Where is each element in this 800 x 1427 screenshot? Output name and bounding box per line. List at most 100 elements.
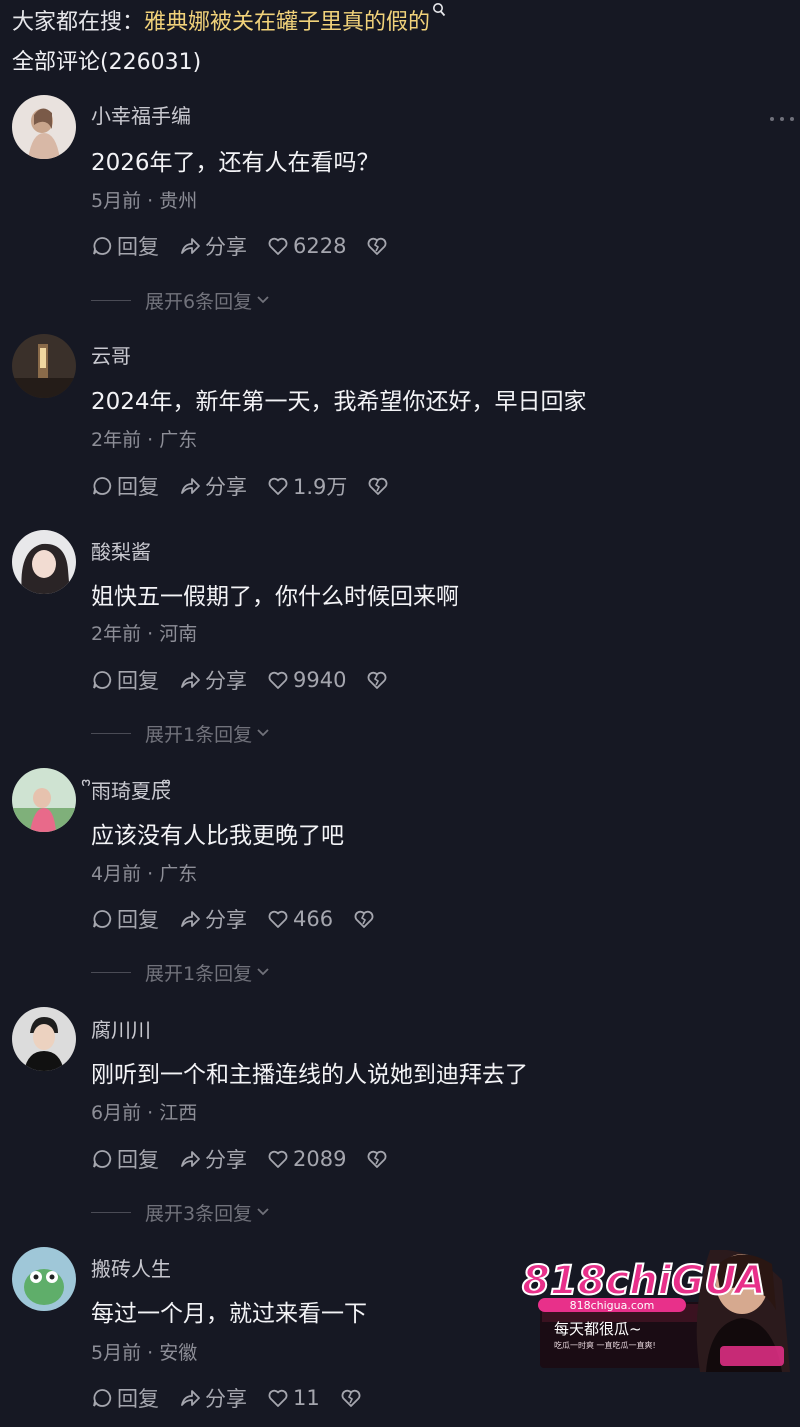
avatar[interactable] <box>12 334 76 398</box>
reply-button[interactable]: 回复 <box>91 1383 159 1413</box>
reply-button[interactable]: 回复 <box>91 904 159 934</box>
share-button[interactable]: 分享 <box>179 1383 247 1413</box>
share-arrow-icon <box>181 478 200 494</box>
dislike-button[interactable] <box>340 1387 362 1409</box>
username[interactable]: 腐川川 <box>91 1014 151 1043</box>
reply-button[interactable]: 回复 <box>91 231 159 261</box>
hot-search-term[interactable]: 雅典娜被关在罐子里真的假的 <box>144 4 430 36</box>
ad-brand: 818chiGUA <box>522 1258 766 1304</box>
comment-actions: 回复 分享 9940 <box>91 666 408 694</box>
like-button[interactable]: 2089 <box>267 1147 346 1171</box>
share-button[interactable]: 分享 <box>179 231 247 261</box>
username[interactable]: 小幸福手编 <box>91 100 191 129</box>
expand-label: 展开1条回复 <box>145 962 253 985</box>
chevron-down-icon <box>257 968 269 976</box>
reply-button[interactable]: 回复 <box>91 1144 159 1174</box>
heart-icon <box>268 910 288 928</box>
ad-slogan: 每天都很瓜~ <box>554 1320 642 1338</box>
ad-url: 818chigua.com <box>570 1299 655 1312</box>
expand-replies[interactable]: 展开6条回复 <box>91 288 272 313</box>
expand-label: 展开3条回复 <box>145 1202 253 1225</box>
username[interactable]: ᩚ雨琦夏辰ᩚ <box>91 775 171 809</box>
expand-replies[interactable]: 展开1条回复 <box>91 721 272 746</box>
comment-meta: 5月前 · 贵州 <box>91 190 198 212</box>
heart-icon <box>268 671 288 689</box>
ad-subtitle: 吃瓜一时爽 一直吃瓜一直爽! <box>554 1340 656 1350</box>
like-button[interactable]: 466 <box>267 907 333 931</box>
comment-text: 每过一个月，就过来看一下 <box>91 1301 367 1327</box>
dislike-button[interactable] <box>353 908 375 930</box>
comment-meta: 5月前 · 安徽 <box>91 1342 198 1364</box>
comment-meta: 2年前 · 广东 <box>91 429 198 451</box>
comment-actions: 回复 分享 11 <box>91 1384 382 1412</box>
broken-heart-icon <box>368 1150 387 1168</box>
expand-label: 展开6条回复 <box>145 290 253 313</box>
like-count: 2089 <box>293 1147 347 1171</box>
share-arrow-icon <box>181 672 200 688</box>
share-label: 分享 <box>205 669 247 693</box>
comment-bubble-icon <box>93 477 112 495</box>
avatar[interactable] <box>12 1007 76 1071</box>
divider <box>91 299 131 301</box>
comment-text: 2026年了，还有人在看吗？ <box>91 150 380 176</box>
chevron-down-icon <box>257 729 269 737</box>
comment-bubble-icon <box>93 1389 112 1407</box>
like-count: 6228 <box>293 234 347 258</box>
avatar[interactable] <box>12 1247 76 1311</box>
broken-heart-icon <box>354 910 374 928</box>
reply-button[interactable]: 回复 <box>91 471 159 501</box>
heart-icon <box>268 1150 288 1168</box>
reply-label: 回复 <box>117 669 159 693</box>
share-button[interactable]: 分享 <box>179 665 247 695</box>
heart-icon <box>268 237 288 255</box>
broken-heart-icon <box>368 477 388 495</box>
comment-text: 刚听到一个和主播连线的人说她到迪拜去了 <box>91 1062 528 1088</box>
divider <box>91 971 131 973</box>
comment-bubble-icon <box>93 237 112 255</box>
share-button[interactable]: 分享 <box>179 904 247 934</box>
share-label: 分享 <box>205 1148 247 1172</box>
like-button[interactable]: 9940 <box>267 668 346 692</box>
reply-label: 回复 <box>117 908 159 932</box>
dislike-button[interactable] <box>366 235 388 257</box>
expand-replies[interactable]: 展开3条回复 <box>91 1200 272 1225</box>
dislike-button[interactable] <box>366 1148 388 1170</box>
avatar[interactable] <box>12 95 76 159</box>
username[interactable]: 云哥 <box>91 340 131 369</box>
dislike-button[interactable] <box>366 669 388 691</box>
expand-replies[interactable]: 展开1条回复 <box>91 960 272 985</box>
broken-heart-icon <box>368 237 387 255</box>
like-button[interactable]: 11 <box>267 1386 320 1410</box>
comment-actions: 回复 分享 6228 <box>91 232 408 260</box>
hot-search-bar[interactable]: 大家都在搜： 雅典娜被关在罐子里真的假的 <box>12 2 446 36</box>
like-button[interactable]: 6228 <box>267 234 346 258</box>
share-button[interactable]: 分享 <box>179 471 247 501</box>
like-button[interactable]: 1.9万 <box>267 471 347 501</box>
divider <box>91 732 131 734</box>
expand-label: 展开1条回复 <box>145 723 253 746</box>
username[interactable]: 酸梨酱 <box>91 536 151 565</box>
share-arrow-icon <box>181 1151 200 1167</box>
share-arrow-icon <box>181 1390 200 1406</box>
share-label: 分享 <box>205 908 247 932</box>
comment-text: 2024年，新年第一天，我希望你还好，早日回家 <box>91 389 587 415</box>
search-icon[interactable] <box>432 2 446 18</box>
reply-button[interactable]: 回复 <box>91 665 159 695</box>
username[interactable]: 搬砖人生 <box>91 1253 171 1282</box>
avatar[interactable] <box>12 530 76 594</box>
comment-text: 姐快五一假期了，你什么时候回来啊 <box>91 584 459 610</box>
broken-heart-icon <box>341 1389 361 1407</box>
comment-actions: 回复 分享 2089 <box>91 1145 408 1173</box>
comment-text: 应该没有人比我更晚了吧 <box>91 823 344 849</box>
like-count: 466 <box>293 907 334 931</box>
comment-actions: 回复 分享 1.9万 <box>91 472 409 500</box>
avatar[interactable] <box>12 768 76 832</box>
comment-meta: 6月前 · 江西 <box>91 1102 198 1124</box>
more-options-icon[interactable] <box>770 114 794 124</box>
dislike-button[interactable] <box>367 475 389 497</box>
hot-search-prefix: 大家都在搜： <box>12 10 145 35</box>
share-button[interactable]: 分享 <box>179 1144 247 1174</box>
share-label: 分享 <box>205 475 247 499</box>
comment-actions: 回复 分享 466 <box>91 905 395 933</box>
chevron-down-icon <box>257 296 269 304</box>
